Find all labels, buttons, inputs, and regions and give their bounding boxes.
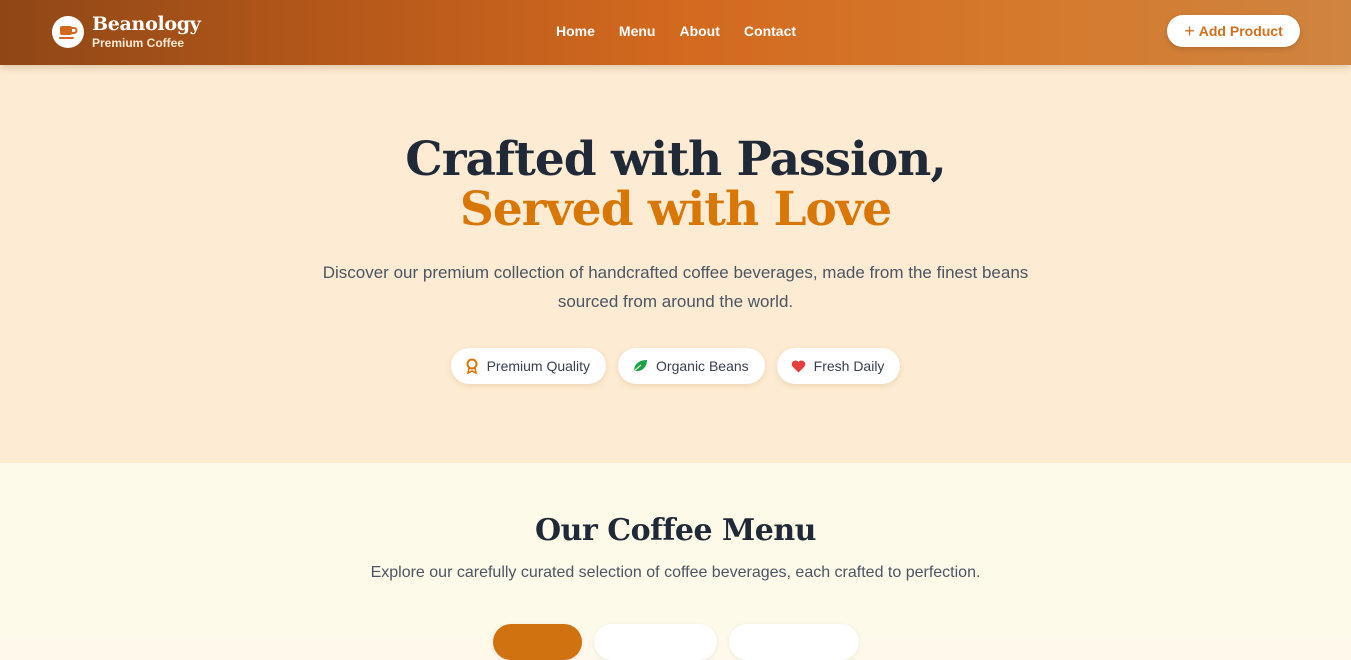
hero-title-line1: Crafted with Passion, [405, 132, 946, 187]
brand[interactable]: Beanology Premium Coffee [52, 13, 201, 50]
nav-contact[interactable]: Contact [744, 22, 796, 40]
nav-menu[interactable]: Menu [619, 22, 656, 40]
menu-title: Our Coffee Menu [535, 513, 816, 548]
feature-badges: Premium Quality Organic Beans Fresh Dail… [0, 348, 1351, 384]
add-product-button[interactable]: + Add Product [1167, 15, 1300, 47]
nav-about[interactable]: About [679, 22, 719, 40]
menu-section: Our Coffee Menu Explore our carefully cu… [0, 463, 1351, 660]
add-product-label: Add Product [1198, 23, 1283, 39]
brand-name: Beanology [92, 13, 201, 35]
nav-home[interactable]: Home [556, 22, 595, 40]
filter-tab-active[interactable] [493, 624, 582, 660]
hero-description: Discover our premium collection of handc… [322, 263, 1029, 311]
badge-organic-beans: Organic Beans [618, 348, 765, 384]
badge-label: Fresh Daily [813, 358, 885, 374]
leaf-icon [632, 359, 648, 373]
main-nav: Home Menu About Contact [556, 22, 820, 40]
hero-title-line2: Served with Love [459, 182, 892, 237]
brand-tagline: Premium Coffee [92, 36, 185, 50]
badge-label: Organic Beans [656, 358, 749, 374]
hero-section: Crafted with Passion, Served with Love D… [0, 65, 1351, 463]
award-icon [465, 358, 479, 374]
badge-label: Premium Quality [486, 358, 591, 374]
top-navbar: Beanology Premium Coffee Home Menu About… [0, 0, 1351, 65]
filter-tab[interactable] [729, 624, 859, 660]
badge-fresh-daily: Fresh Daily [776, 348, 901, 384]
badge-premium-quality: Premium Quality [450, 348, 607, 384]
menu-description: Explore our carefully curated selection … [370, 564, 981, 581]
category-filters [493, 624, 859, 660]
coffee-cup-icon [52, 16, 84, 48]
heart-icon [791, 360, 806, 373]
plus-icon: + [1184, 21, 1195, 41]
hero-title: Crafted with Passion, Served with Love [0, 135, 1351, 235]
filter-tab[interactable] [594, 624, 717, 660]
